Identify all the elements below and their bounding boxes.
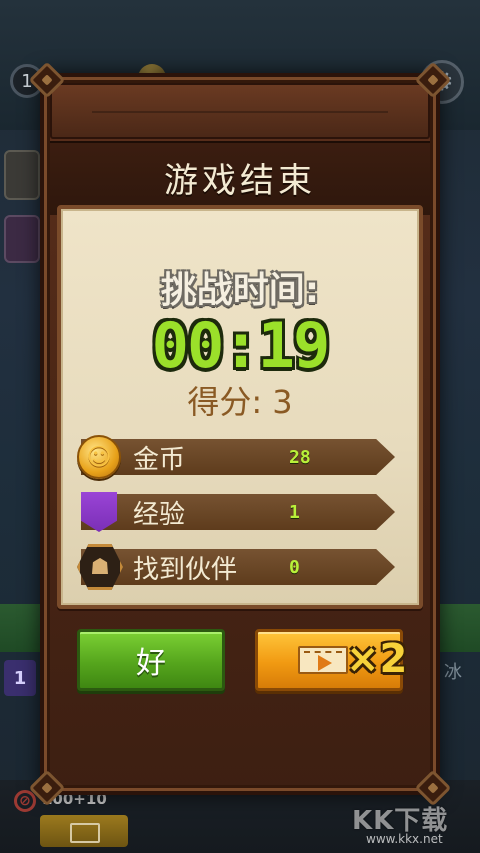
side-label: 冰 — [444, 662, 462, 683]
dialog-header — [50, 83, 430, 139]
side-item-slot — [4, 150, 40, 200]
reward-label: 经验 — [133, 499, 186, 530]
reward-value: 0 — [289, 556, 300, 578]
watermark-url: www.kkx.net — [366, 832, 443, 846]
reward-value: 28 — [289, 446, 311, 468]
shield-badge: 1 — [4, 660, 36, 696]
challenge-time-value: 00:19 — [151, 309, 331, 382]
side-item-slot — [4, 215, 40, 263]
score-text: 得分: 3 — [187, 383, 293, 421]
no-sign-icon: ⊘ — [14, 790, 36, 812]
multiplier-label: ×2 — [346, 636, 408, 682]
site-watermark: KK下载 www.kkx.net — [340, 800, 480, 853]
double-reward-video-button[interactable]: ×2 — [255, 629, 407, 691]
ok-button[interactable]: 好 — [77, 629, 225, 691]
reward-value: 1 — [289, 501, 300, 523]
video-button-icon — [40, 815, 128, 847]
results-panel: 挑战时间: 00:19 得分: 3 金币 28 经验 1 找到伙伴 0 — [57, 205, 423, 609]
gold-coin-icon — [77, 435, 121, 479]
reward-label: 找到伙伴 — [133, 554, 238, 585]
game-over-dialog: 游戏结束 挑战时间: 00:19 得分: 3 金币 28 经验 1 找到伙伴 0… — [28, 61, 452, 807]
reward-row-xp: 经验 1 — [81, 494, 395, 530]
challenge-time-label: 挑战时间: — [160, 270, 320, 311]
reward-row-coins: 金币 28 — [81, 439, 395, 475]
reward-label: 金币 — [133, 444, 186, 475]
reward-row-partner: 找到伙伴 0 — [81, 549, 395, 585]
video-ad-icon — [298, 646, 348, 674]
dialog-title: 游戏结束 — [164, 161, 316, 201]
